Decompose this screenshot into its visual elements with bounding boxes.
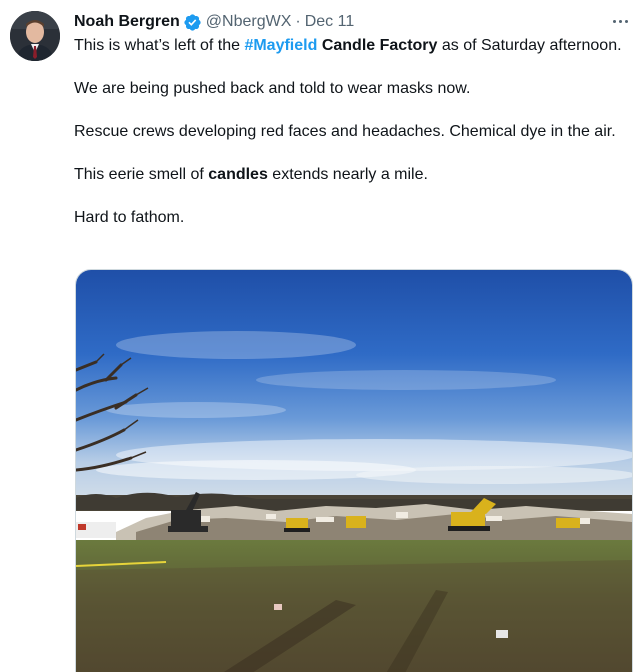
text-segment: This eerie smell of [74, 166, 209, 183]
tweet-paragraph-4: This eerie smell of candles extends near… [74, 164, 634, 186]
text-segment: This is what’s left of the [74, 37, 245, 54]
tweet-paragraph-3: Rescue crews developing red faces and he… [74, 123, 616, 140]
verified-badge-icon [183, 13, 202, 32]
photo-icon [76, 270, 632, 672]
tweet: Noah Bergren @NbergWX · Dec 11 This is w… [0, 0, 642, 672]
tweet-paragraph-1: This is what’s left of the #Mayfield Can… [74, 35, 634, 57]
more-options-icon[interactable] [610, 13, 630, 29]
tweet-header: Noah Bergren @NbergWX · Dec 11 [74, 11, 354, 33]
author-name[interactable]: Noah Bergren [74, 12, 180, 32]
tweet-paragraph-5: Hard to fathom. [74, 209, 185, 226]
tweet-date[interactable]: Dec 11 [305, 12, 355, 32]
tweet-photo[interactable] [75, 269, 633, 672]
tweet-paragraph-2: We are being pushed back and told to wea… [74, 80, 471, 97]
bold-text: candles [208, 166, 268, 183]
avatar-photo [10, 11, 60, 61]
text-segment: as of Saturday afternoon. [437, 37, 622, 54]
bold-text: Candle Factory [321, 37, 438, 54]
text-segment: extends nearly a mile. [267, 166, 428, 183]
author-handle[interactable]: @NbergWX [206, 12, 292, 32]
separator-dot: · [295, 13, 301, 30]
avatar[interactable] [10, 11, 60, 61]
hashtag-link[interactable]: #Mayfield [244, 37, 317, 54]
tweet-text: This is what’s left of the #Mayfield Can… [74, 35, 634, 250]
